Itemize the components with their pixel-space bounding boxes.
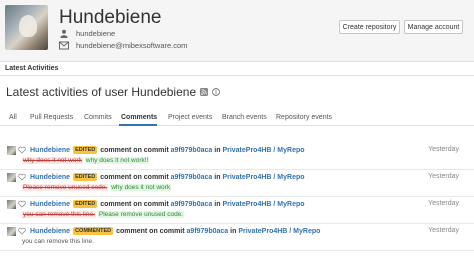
old-comment-text: why does it not work	[22, 157, 83, 164]
tab-commits[interactable]: Commits	[84, 114, 112, 121]
info-icon[interactable]	[212, 88, 220, 96]
activity-user-link[interactable]: Hundebiene	[30, 147, 70, 154]
activity-avatar	[7, 146, 16, 155]
old-comment-text: Please remove unused code.	[22, 184, 109, 191]
activity-item: Hundebiene EDITED comment on commit a9f979…	[0, 143, 474, 170]
activity-action: comment on commit	[100, 147, 169, 154]
activity-time: Yesterday	[428, 173, 459, 180]
activity-summary: Hundebiene COMMENTED comment on commit a9f…	[30, 227, 320, 235]
activity-item: Hundebiene EDITED comment on commit a9f979…	[0, 197, 474, 224]
activity-in: in	[214, 147, 221, 154]
heart-icon[interactable]	[18, 200, 26, 208]
tab-branch-events[interactable]: Branch events	[222, 114, 267, 121]
activity-item: Hundebiene EDITED comment on commit a9f979…	[0, 170, 474, 197]
edited-badge: EDITED	[73, 173, 98, 181]
commented-badge: COMMENTED	[73, 227, 114, 235]
edited-badge: EDITED	[73, 200, 98, 208]
username-text: hundebiene	[76, 29, 116, 38]
comment-diff: you can remove this line. Please remove u…	[22, 211, 185, 218]
active-tab-indicator	[119, 124, 157, 126]
comment-diff: why does it not work why does it not work…	[22, 157, 150, 164]
activity-in: in	[214, 174, 221, 181]
edited-badge: EDITED	[73, 146, 98, 154]
activity-tabs: All Pull Requests Commits Comments Proje…	[0, 113, 474, 126]
email-text: hundebiene@mibexsoftware.com	[76, 41, 188, 50]
user-icon	[60, 29, 68, 38]
heart-icon[interactable]	[18, 173, 26, 181]
repo-link[interactable]: PrivatePro4HB / MyRepo	[238, 228, 320, 235]
activity-in: in	[214, 201, 221, 208]
activity-item: Hundebiene COMMENTED comment on commit a9f…	[0, 224, 474, 251]
heart-icon[interactable]	[18, 146, 26, 154]
old-comment-text: you can remove this line.	[22, 211, 96, 218]
activity-action: comment on commit	[100, 201, 169, 208]
activity-summary: Hundebiene EDITED comment on commit a9f979…	[30, 173, 305, 181]
email-row: hundebiene@mibexsoftware.com	[59, 41, 187, 50]
tab-all[interactable]: All	[9, 114, 17, 121]
username-row: hundebiene	[59, 29, 115, 38]
comment-text: you can remove this line.	[22, 238, 94, 245]
tab-project-events[interactable]: Project events	[168, 114, 212, 121]
activity-action: comment on commit	[100, 174, 169, 181]
repo-link[interactable]: PrivatePro4HB / MyRepo	[222, 147, 304, 154]
activity-action: comment on commit	[116, 228, 185, 235]
commit-link[interactable]: a9f979b0aca	[187, 228, 229, 235]
new-comment-text: why does it not work!!	[84, 157, 150, 164]
section-title: Latest Activities	[5, 65, 59, 72]
activity-avatar	[7, 200, 16, 209]
repo-link[interactable]: PrivatePro4HB / MyRepo	[222, 201, 304, 208]
tab-repository-events[interactable]: Repository events	[276, 114, 332, 121]
activity-time: Yesterday	[428, 146, 459, 153]
activity-user-link[interactable]: Hundebiene	[30, 201, 70, 208]
page-title: Latest activities of user Hundebiene	[6, 85, 197, 99]
activity-summary: Hundebiene EDITED comment on commit a9f979…	[30, 200, 305, 208]
commit-link[interactable]: a9f979b0aca	[171, 201, 213, 208]
profile-header: Hundebiene hundebiene hundebiene@mibexso…	[0, 0, 474, 62]
activity-user-link[interactable]: Hundebiene	[30, 174, 70, 181]
section-bar: Latest Activities	[0, 62, 474, 76]
create-repository-button[interactable]: Create repository	[339, 20, 400, 34]
heart-icon[interactable]	[18, 227, 26, 235]
activity-user-link[interactable]: Hundebiene	[30, 228, 70, 235]
activity-time: Yesterday	[428, 227, 459, 234]
tab-pull-requests[interactable]: Pull Requests	[30, 114, 73, 121]
profile-avatar	[5, 5, 48, 50]
activity-summary: Hundebiene EDITED comment on commit a9f979…	[30, 146, 305, 154]
comment-text-row: you can remove this line.	[22, 238, 94, 245]
rss-icon[interactable]	[200, 88, 209, 96]
comment-diff: Please remove unused code. why does it no…	[22, 184, 172, 191]
commit-link[interactable]: a9f979b0aca	[171, 174, 213, 181]
activity-time: Yesterday	[428, 200, 459, 207]
repo-link[interactable]: PrivatePro4HB / MyRepo	[222, 174, 304, 181]
new-comment-text: Please remove unused code.	[97, 211, 185, 218]
tab-comments[interactable]: Comments	[121, 114, 157, 121]
email-icon	[59, 41, 69, 50]
manage-account-button[interactable]: Manage account	[404, 20, 463, 34]
activity-avatar	[7, 173, 16, 182]
profile-name: Hundebiene	[59, 7, 162, 28]
activity-in: in	[230, 228, 237, 235]
commit-link[interactable]: a9f979b0aca	[171, 147, 213, 154]
new-comment-text: why does it not work	[110, 184, 172, 191]
activity-avatar	[7, 227, 16, 236]
page-title-row: Latest activities of user Hundebiene	[6, 85, 220, 99]
